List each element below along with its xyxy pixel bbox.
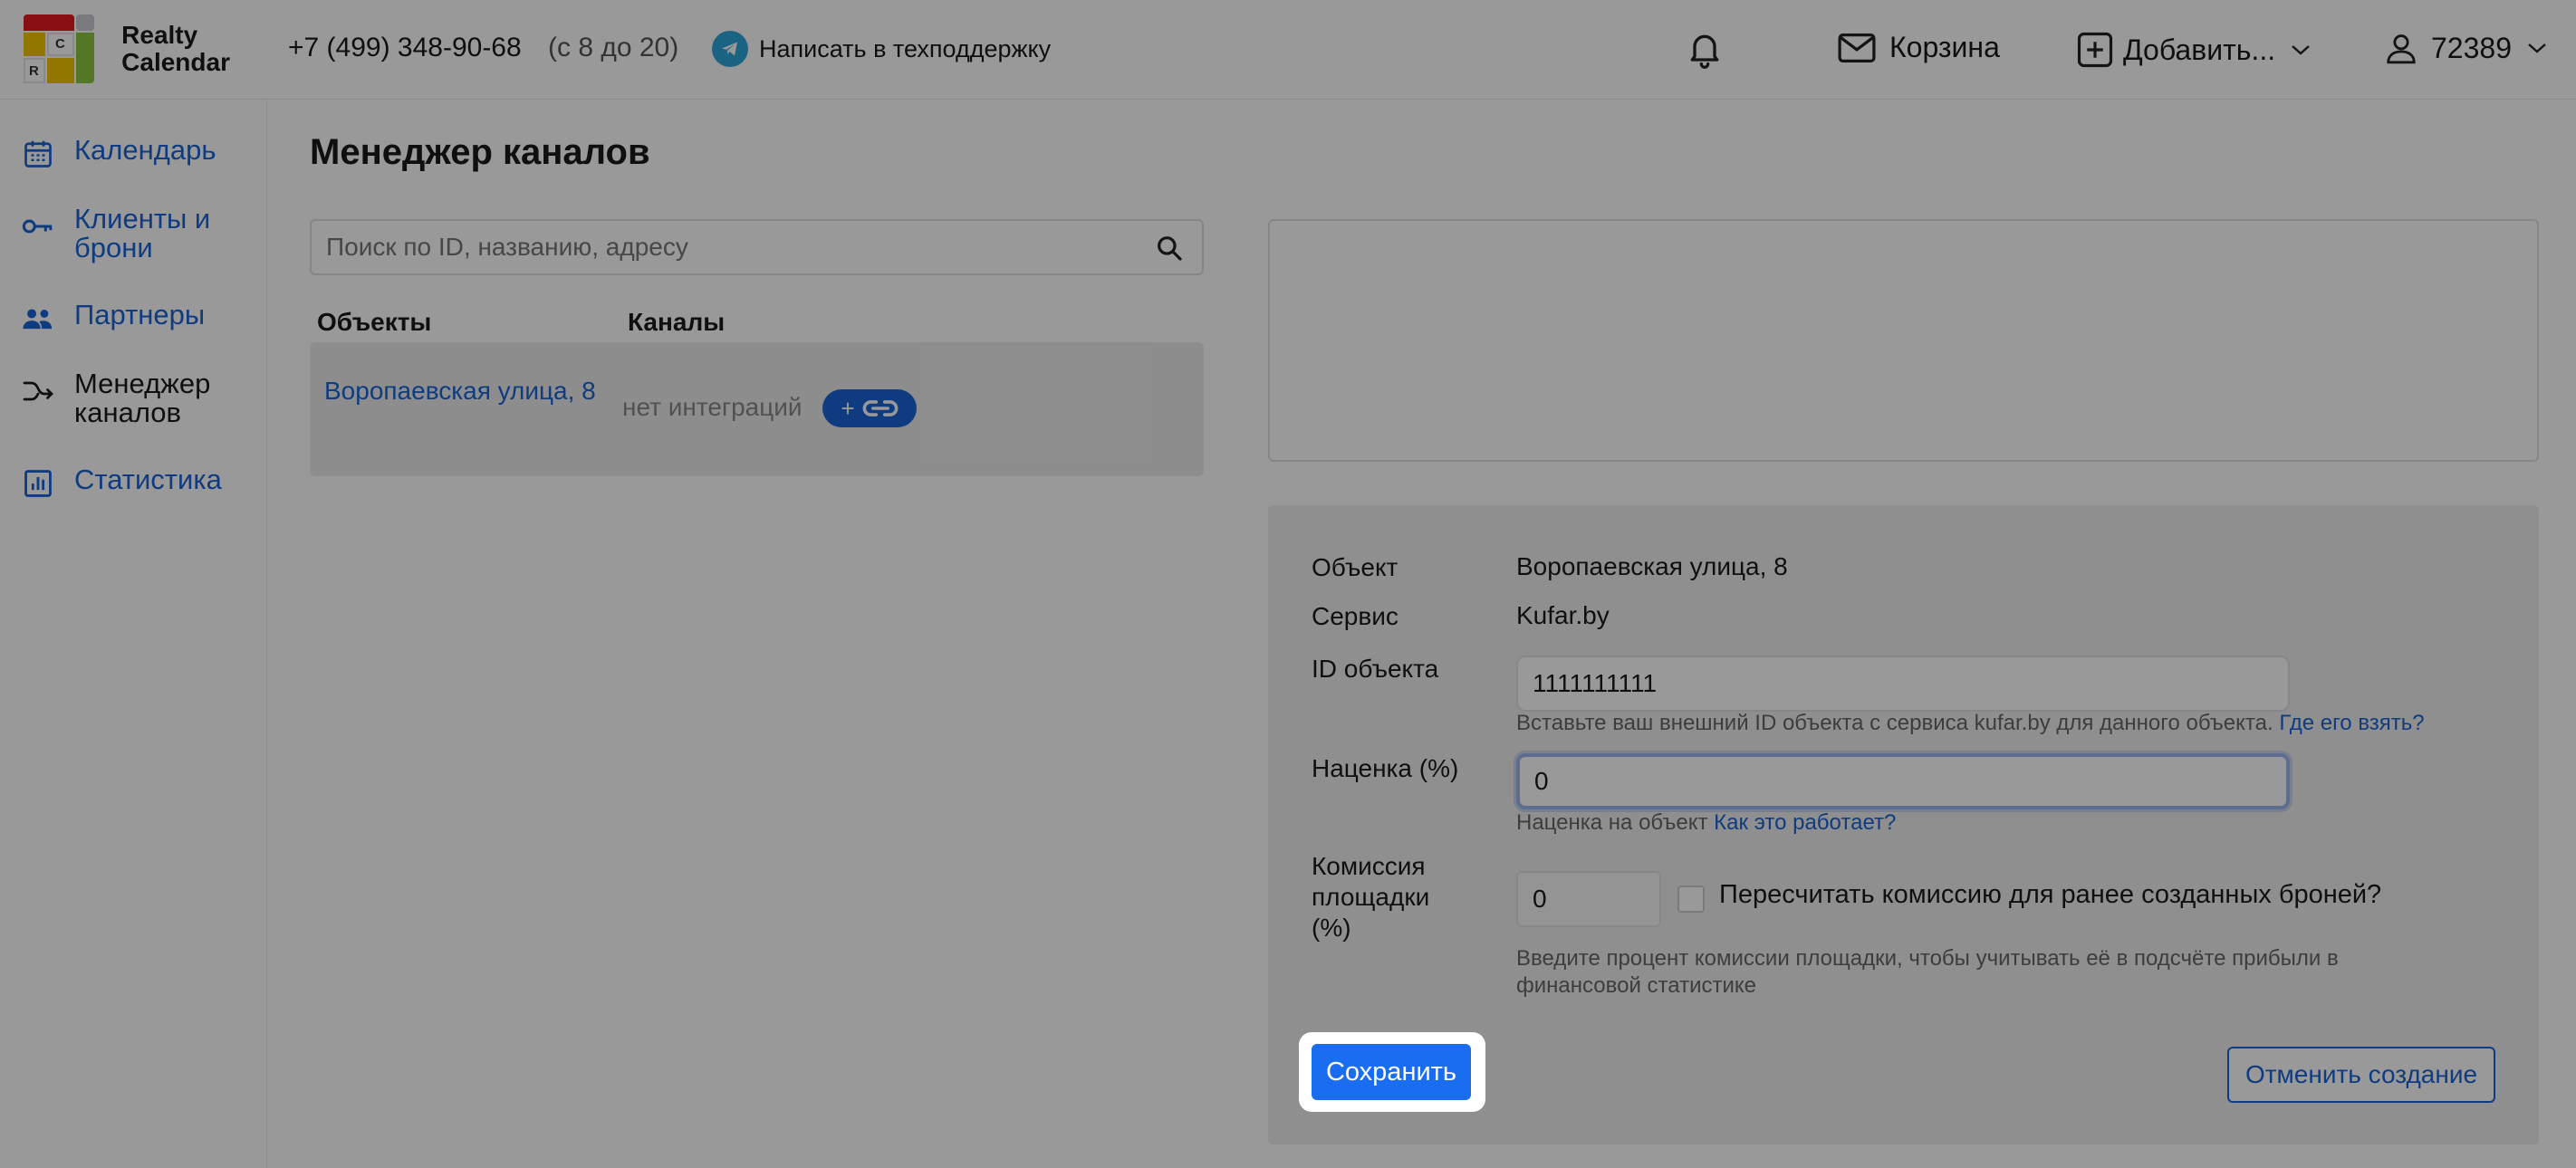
- table-row: Воропаевская улица, 8 нет интеграций +: [310, 342, 1204, 476]
- sidebar-item-partners[interactable]: Партнеры: [20, 301, 205, 337]
- object-value: Воропаевская улица, 8: [1516, 552, 1788, 580]
- support-hours: (с 8 до 20): [548, 33, 679, 62]
- sidebar-item-label: Партнеры: [74, 299, 206, 330]
- logo-letter-c: C: [55, 36, 65, 52]
- service-label: Сервис: [1312, 602, 1399, 630]
- object-id-label: ID объекта: [1312, 655, 1439, 683]
- integration-preview-panel: [1268, 219, 2539, 462]
- logo[interactable]: C R Realty Calendar: [22, 13, 239, 85]
- user-menu[interactable]: 72389: [2384, 31, 2561, 65]
- markup-help: Наценка на объект Как это работает?: [1516, 809, 1896, 837]
- where-to-get-link[interactable]: Где его взять?: [2279, 711, 2424, 735]
- sidebar-item-calendar[interactable]: Календарь: [20, 136, 216, 172]
- user-id: 72389: [2431, 31, 2512, 64]
- chart-icon: [20, 465, 56, 502]
- how-it-works-link[interactable]: Как это работает?: [1714, 810, 1896, 835]
- markup-input[interactable]: [1516, 753, 2290, 809]
- channels-icon: [20, 373, 56, 409]
- object-id-help-text: Вставьте ваш внешний ID объекта с сервис…: [1516, 711, 2273, 735]
- commission-help: Введите процент комиссии площадки, чтобы…: [1516, 946, 2339, 998]
- plus-label: +: [841, 394, 855, 422]
- tour-spotlight: Сохранить: [1299, 1032, 1485, 1112]
- chevron-down-icon: [2292, 45, 2310, 55]
- sidebar-item-label: Календарь: [74, 134, 216, 166]
- cart-label: Корзина: [1889, 31, 2000, 63]
- key-icon: [20, 208, 56, 244]
- markup-help-text: Наценка на объект: [1516, 810, 1708, 835]
- page: C R Realty Calendar +7 (499) 348-90-68 (…: [0, 0, 2576, 1168]
- commission-label: Комиссия площадки (%): [1312, 852, 1430, 942]
- recalc-commission-checkbox[interactable]: [1677, 886, 1705, 913]
- object-id-help: Вставьте ваш внешний ID объекта с сервис…: [1516, 710, 2425, 737]
- column-header-objects: Объекты: [317, 308, 432, 336]
- people-icon: [20, 301, 56, 337]
- object-link[interactable]: Воропаевская улица, 8: [324, 373, 596, 409]
- bell-icon[interactable]: [1685, 29, 1725, 71]
- save-button[interactable]: Сохранить: [1312, 1044, 1471, 1100]
- plus-square-icon: [2077, 32, 2113, 68]
- channels-status: нет интеграций: [622, 393, 803, 421]
- search-icon[interactable]: [1155, 234, 1184, 267]
- sidebar-item-clients[interactable]: Клиенты и брони: [20, 205, 246, 263]
- sidebar: Календарь Клиенты и брони Партнеры Менед…: [0, 100, 267, 1168]
- service-value: Kufar.by: [1516, 601, 1610, 629]
- add-integration-button[interactable]: +: [822, 389, 917, 427]
- telegram-icon: [712, 31, 748, 67]
- commission-input[interactable]: [1516, 871, 1661, 927]
- markup-label: Наценка (%): [1312, 754, 1459, 782]
- cancel-create-button[interactable]: Отменить создание: [2227, 1047, 2495, 1103]
- logo-mark-icon: C R: [22, 13, 94, 85]
- object-label: Объект: [1312, 553, 1399, 581]
- search-input[interactable]: [312, 221, 1127, 273]
- logo-letter-r: R: [29, 63, 39, 79]
- sidebar-item-channel-manager[interactable]: Менеджер каналов: [20, 369, 246, 427]
- sidebar-item-statistics[interactable]: Статистика: [20, 465, 222, 502]
- search-box: [310, 219, 1204, 275]
- mail-icon: [1838, 33, 1876, 62]
- sidebar-item-label: Менеджер каналов: [74, 368, 211, 428]
- sidebar-item-label: Клиенты и брони: [74, 203, 211, 263]
- page-title: Менеджер каналов: [310, 132, 650, 172]
- support-label: Написать в техподдержку: [759, 34, 1052, 62]
- recalc-commission-label: Пересчитать комиссию для ранее созданных…: [1719, 880, 2382, 909]
- sidebar-item-label: Статистика: [74, 464, 222, 495]
- chevron-down-icon: [2528, 43, 2546, 53]
- support-phone[interactable]: +7 (499) 348-90-68: [288, 33, 522, 63]
- calendar-icon: [20, 136, 56, 172]
- column-header-channels: Каналы: [628, 308, 726, 336]
- logo-text: Realty Calendar: [121, 21, 230, 76]
- top-header: C R Realty Calendar +7 (499) 348-90-68 (…: [0, 0, 2576, 100]
- user-icon: [2387, 34, 2416, 64]
- cart-button[interactable]: Корзина: [1837, 31, 2000, 64]
- link-icon: [862, 400, 898, 416]
- add-label: Добавить...: [2123, 33, 2276, 66]
- object-id-input[interactable]: [1516, 656, 2290, 712]
- add-dropdown[interactable]: Добавить...: [2076, 31, 2321, 69]
- support-link[interactable]: Написать в техподдержку: [712, 31, 1051, 67]
